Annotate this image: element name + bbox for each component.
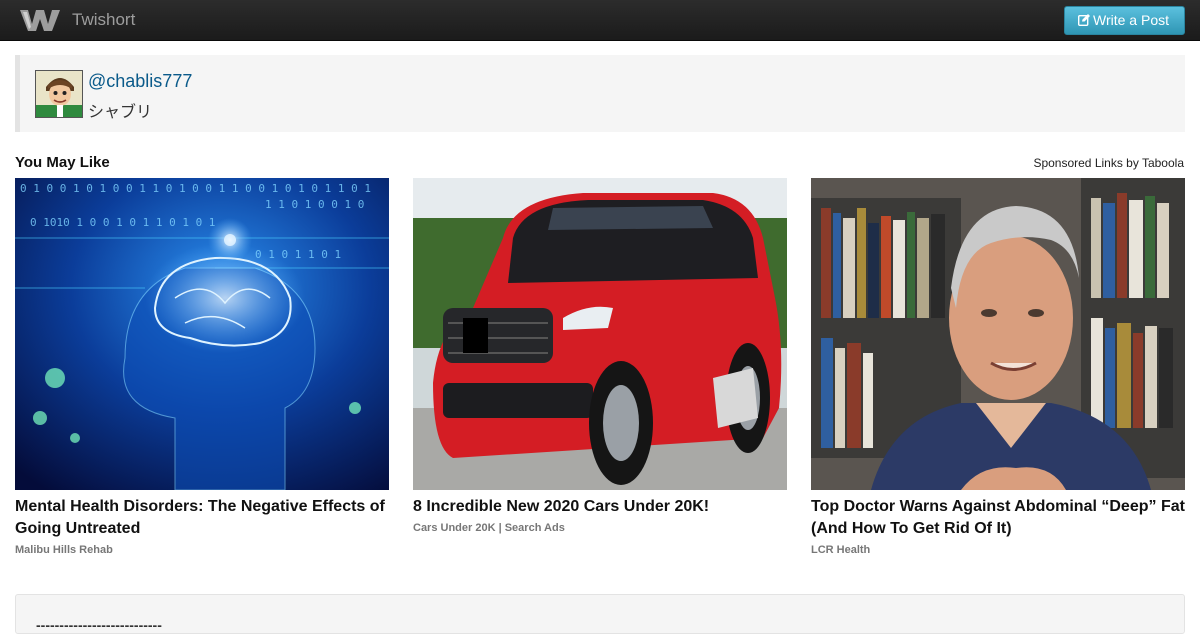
recommendation-card[interactable]: Top Doctor Warns Against Abdominal “Deep… xyxy=(811,178,1185,556)
display-name: シャブリ xyxy=(88,104,153,121)
profile-card: @chablis777 シャブリ xyxy=(15,55,1185,132)
edit-icon xyxy=(1078,14,1090,26)
avatar-image xyxy=(36,71,82,117)
twishort-logo-icon[interactable] xyxy=(18,7,62,33)
recommendation-card[interactable]: 8 Incredible New 2020 Cars Under 20K! Ca… xyxy=(413,178,787,534)
post-separator-text: --------------------------- xyxy=(36,617,162,633)
red-suv-image[interactable] xyxy=(413,178,787,490)
avatar[interactable] xyxy=(35,70,83,118)
card-source[interactable]: Malibu Hills Rehab xyxy=(15,544,389,556)
card-headline[interactable]: Mental Health Disorders: The Negative Ef… xyxy=(15,496,389,540)
write-post-button[interactable]: Write a Post xyxy=(1064,6,1185,35)
username-link[interactable]: @chablis777 xyxy=(88,71,192,92)
svg-text:0 1 0 0 1 0 1 0 0 1 1 0 1 0 0: 0 1 0 0 1 0 1 0 0 1 1 0 1 0 0 1 1 0 0 1 … xyxy=(20,182,371,195)
card-headline[interactable]: 8 Incredible New 2020 Cars Under 20K! xyxy=(413,496,787,518)
card-source[interactable]: Cars Under 20K | Search Ads xyxy=(413,522,787,534)
svg-text:1 1 0 1 0 0 1 0: 1 1 0 1 0 0 1 0 xyxy=(265,198,364,211)
post-content-box: --------------------------- xyxy=(15,594,1185,634)
svg-text:0 1010 1 0 0 1 0 1 1 0 1: 0 1010 1 0 0 1 0 1 1 0 1 0 1 xyxy=(30,216,215,229)
card-headline[interactable]: Top Doctor Warns Against Abdominal “Deep… xyxy=(811,496,1185,540)
write-post-label: Write a Post xyxy=(1093,12,1169,28)
sponsored-links-label[interactable]: Sponsored Links by Taboola xyxy=(1033,156,1184,170)
recommendation-card[interactable]: 0 1 0 0 1 0 1 0 0 1 1 0 1 0 0 1 1 0 0 1 … xyxy=(15,178,389,556)
doctor-portrait-image[interactable] xyxy=(811,178,1185,490)
you-may-like-title: You May Like xyxy=(15,154,110,171)
brand-name[interactable]: Twishort xyxy=(72,10,135,30)
card-source[interactable]: LCR Health xyxy=(811,544,1185,556)
top-navbar: Twishort Write a Post xyxy=(0,0,1200,41)
brain-illustration-image[interactable]: 0 1 0 0 1 0 1 0 0 1 1 0 1 0 0 1 1 0 0 1 … xyxy=(15,178,389,490)
